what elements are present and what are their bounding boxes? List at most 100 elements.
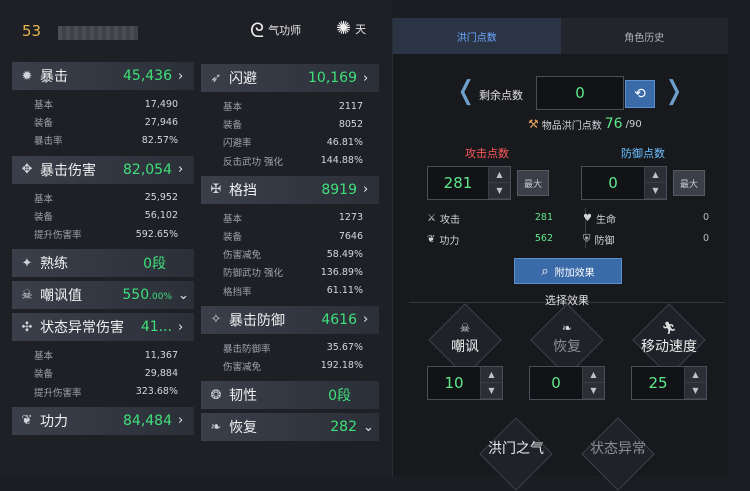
stat-row: 伤害减免 58.49% [201, 245, 379, 263]
effect-taunt-label[interactable]: 嘲讽 [420, 336, 510, 356]
remaining-points-label: 剩余点数 [479, 89, 523, 102]
stat-header-crit[interactable]: ✹ 暴击 45,436 › [12, 62, 194, 90]
chevron-right-icon[interactable]: › [178, 413, 188, 428]
stat-row: 闪避率 46.81% [201, 133, 379, 151]
stat-header-evade[interactable]: ➶ 闪避 10,169 › [201, 64, 379, 92]
sect-emblem-icon: ✺ [336, 18, 352, 39]
stat-name: 恢复 [229, 420, 257, 437]
row-label: 装备 [223, 120, 243, 132]
stat-header-status-damage[interactable]: ✣ 状态异常伤害 41... › [12, 313, 194, 342]
row-value: 25,952 [144, 192, 178, 204]
effect-recover-label[interactable]: 恢复 [522, 336, 612, 356]
stat-row: 暴击防御率 35.67% [201, 339, 379, 357]
row-value: 29,884 [144, 367, 178, 379]
attack-points-value[interactable]: 281 [428, 174, 488, 192]
recover-stepper[interactable]: 0 ▲ ▼ [529, 366, 605, 400]
stat-details-crit: 基本 17,490 装备 27,946 暴击率 82.57% [12, 92, 194, 156]
stat-row: 基本 2117 [201, 97, 379, 115]
skull-icon: ☠ [21, 287, 33, 303]
taunt-value[interactable]: 10 [428, 374, 480, 392]
tab-character-history[interactable]: 角色历史 [560, 18, 728, 54]
increment-arrow-icon[interactable]: ▲ [583, 367, 604, 383]
attack-points-stepper[interactable]: 281 ▲ ▼ [427, 166, 511, 200]
item-points-label: 物品洪门点数 [541, 120, 602, 132]
stat-header-power[interactable]: ❦ 功力 84,484 › [12, 406, 194, 435]
stepper-buttons: ▲ ▼ [684, 367, 706, 399]
attack-points-label: 攻击点数 [465, 147, 509, 160]
row-value: 592.65% [135, 228, 178, 240]
chevron-down-icon[interactable]: ⌄ [178, 288, 189, 303]
sect-badge: ✺ 天 [336, 18, 366, 39]
stat-name: 暴击 [40, 69, 68, 85]
chevron-right-icon[interactable]: › [178, 162, 188, 177]
row-label: 伤害减免 [223, 250, 262, 262]
row-value: 136.89% [320, 266, 363, 278]
recover-value[interactable]: 0 [530, 374, 582, 392]
stat-details-crit-damage: 基本 25,952 装备 56,102 提升伤害率 592.65% [12, 186, 194, 250]
tab-hongmen-points[interactable]: 洪门点数 [393, 18, 561, 54]
stat-header-mastery[interactable]: ✦ 熟练 0段 [12, 249, 194, 278]
stat-header-recover[interactable]: ❧ 恢复 282 ⌄ [201, 413, 379, 442]
stat-header-crit-damage[interactable]: ✥ 暴击伤害 82,054 › [12, 155, 194, 184]
effect-status-abnormal-label[interactable]: 状态异常 [573, 438, 663, 458]
attack-max-button[interactable]: 最大 [517, 170, 549, 196]
chevron-right-icon[interactable]: › [178, 320, 188, 335]
increment-arrow-icon[interactable]: ▲ [645, 167, 666, 183]
stat-value: 0段 [143, 256, 166, 273]
remaining-points-value: 0 [536, 76, 624, 110]
bracket-left-icon: ❬ [455, 76, 477, 106]
chevron-right-icon[interactable]: › [363, 71, 373, 86]
chevron-right-icon[interactable]: › [363, 182, 373, 197]
stat-value: 41... [140, 319, 172, 336]
defense-points-value[interactable]: 0 [582, 174, 644, 192]
effect-hongmen-qi-label[interactable]: 洪门之气 [471, 438, 561, 458]
status-damage-icon: ✣ [21, 319, 33, 335]
increment-arrow-icon[interactable]: ▲ [481, 367, 502, 383]
taunt-stepper[interactable]: 10 ▲ ▼ [427, 366, 503, 400]
defense-max-button[interactable]: 最大 [673, 170, 705, 196]
decrement-arrow-icon[interactable]: ▼ [645, 183, 666, 199]
defense-stat: ⛨ 防御 [583, 232, 615, 247]
heart-icon: ♥ [583, 213, 592, 224]
add-effect-button[interactable]: ⌕ 附加效果 [514, 258, 622, 284]
mastery-icon: ✦ [21, 255, 33, 271]
effect-move-speed-label[interactable]: 移动速度 [624, 336, 714, 356]
stat-header-crit-defense[interactable]: ✧ 暴击防御 4616 › [201, 305, 379, 334]
chevron-down-icon[interactable]: ⌄ [363, 420, 374, 435]
increment-arrow-icon[interactable]: ▲ [685, 367, 706, 383]
decrement-arrow-icon[interactable]: ▼ [481, 383, 502, 399]
increment-arrow-icon[interactable]: ▲ [489, 167, 510, 183]
stat-row: 装备 7646 [201, 227, 379, 245]
stat-header-block[interactable]: ✠ 格挡 8919 › [201, 175, 379, 204]
stat-header-toughness[interactable]: ❂ 韧性 0段 [201, 381, 379, 410]
stat-header-taunt[interactable]: ☠ 嘲讽值 550.00% ⌄ [12, 281, 194, 310]
stat-value: 10,169 [308, 70, 357, 86]
stat-name: 熟练 [40, 256, 68, 273]
row-value: 11,367 [144, 349, 178, 361]
defense-points-stepper[interactable]: 0 ▲ ▼ [581, 166, 667, 200]
skull-icon: ☠ [459, 321, 471, 335]
reset-button[interactable]: ⟲ [625, 80, 655, 108]
character-level: 53 [22, 22, 42, 40]
stepper-buttons: ▲ ▼ [488, 167, 510, 199]
block-icon: ✠ [210, 182, 222, 198]
stat-label: 防御 [594, 236, 615, 247]
move-speed-value[interactable]: 25 [632, 374, 684, 392]
chevron-right-icon[interactable]: › [363, 312, 373, 327]
move-speed-stepper[interactable]: 25 ▲ ▼ [631, 366, 707, 400]
chevron-right-icon[interactable]: › [178, 69, 188, 84]
stats-column-left: ✹ 暴击 45,436 › 基本 17,490 装备 27,946 暴击率 82.57… [12, 62, 194, 437]
run-icon: 🏃︎ [661, 321, 677, 335]
decrement-arrow-icon[interactable]: ▼ [685, 383, 706, 399]
stat-row: 装备 8052 [201, 115, 379, 133]
row-label: 基本 [34, 351, 54, 363]
row-value: 46.81% [326, 136, 363, 148]
row-value: 56,102 [144, 210, 178, 222]
row-value: 82.57% [141, 134, 178, 146]
decrement-arrow-icon[interactable]: ▼ [583, 383, 604, 399]
row-value: 35.67% [326, 342, 363, 354]
decrement-arrow-icon[interactable]: ▼ [489, 183, 510, 199]
row-value: 192.18% [320, 360, 363, 372]
hongmen-points-panel: 洪门点数 角色历史 ❬ ❭ 剩余点数 0 ⟲ ⚒ 物品洪门点数 76 /90 攻… [392, 18, 728, 491]
row-label: 闪避率 [223, 138, 252, 150]
